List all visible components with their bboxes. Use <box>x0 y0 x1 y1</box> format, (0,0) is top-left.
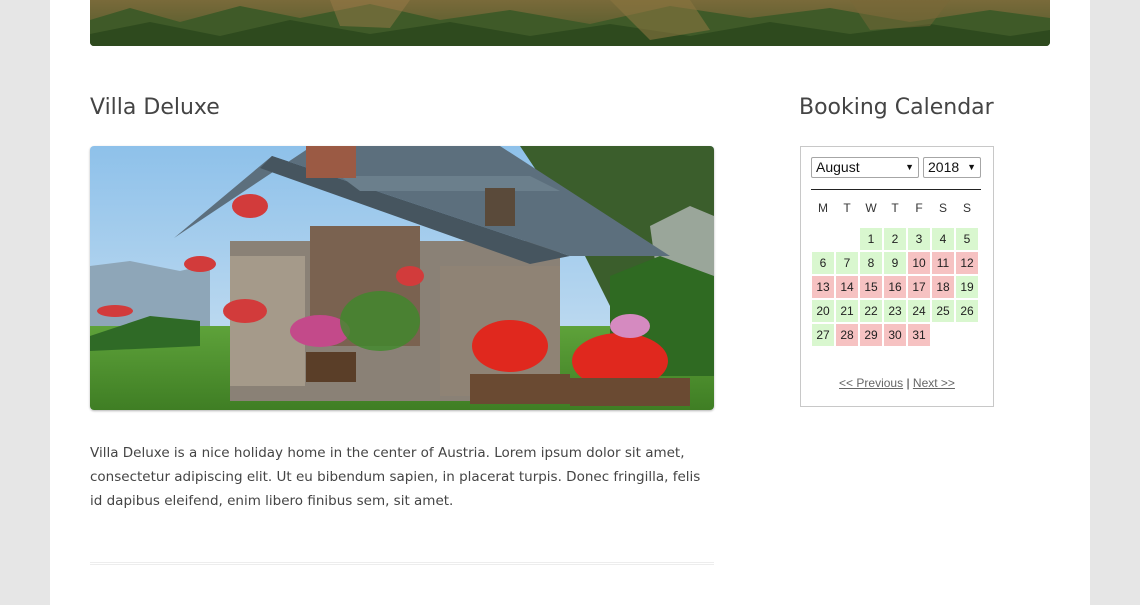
year-select-value: 2018 <box>928 159 960 175</box>
next-month-link[interactable]: Next >> <box>913 376 955 390</box>
post-body: Villa Deluxe is a nice holiday home in t… <box>90 445 701 509</box>
villa-photo <box>90 146 714 410</box>
weekday-label: W <box>865 201 877 215</box>
weekday-label: T <box>843 201 851 215</box>
calendar-day-18[interactable]: 18 <box>932 276 954 298</box>
calendar-day-12[interactable]: 12 <box>956 252 978 274</box>
calendar-day-21[interactable]: 21 <box>836 300 858 322</box>
calendar-day-15[interactable]: 15 <box>860 276 882 298</box>
weekday-label: F <box>915 201 923 215</box>
post-divider <box>90 562 714 565</box>
calendar-day-5[interactable]: 5 <box>956 228 978 250</box>
booking-calendar: August ▼ 2018 ▼ MTWTFSS 1 2 3 4 5 6 7 8 9 10 11 12 1… <box>800 146 994 407</box>
calendar-day-29[interactable]: 29 <box>860 324 882 346</box>
calendar-day-2[interactable]: 2 <box>884 228 906 250</box>
calendar-day-7[interactable]: 7 <box>836 252 858 274</box>
calendar-day-17[interactable]: 17 <box>908 276 930 298</box>
calendar-day-8[interactable]: 8 <box>860 252 882 274</box>
calendar-day-9[interactable]: 9 <box>884 252 906 274</box>
calendar-day-30[interactable]: 30 <box>884 324 906 346</box>
widget-title: Booking Calendar <box>799 95 994 120</box>
dropdown-arrow-icon: ▼ <box>967 162 976 172</box>
calendar-day-27[interactable]: 27 <box>812 324 834 346</box>
calendar-day-16[interactable]: 16 <box>884 276 906 298</box>
calendar-day-20[interactable]: 20 <box>812 300 834 322</box>
weekday-label: T <box>891 201 899 215</box>
calendar-day-25[interactable]: 25 <box>932 300 954 322</box>
weekday-label: S <box>962 201 971 215</box>
weekday-label: M <box>818 201 828 215</box>
calendar-day-26[interactable]: 26 <box>956 300 978 322</box>
post-title: Villa Deluxe <box>90 95 220 120</box>
header-image <box>90 0 1050 46</box>
calendar-day-31[interactable]: 31 <box>908 324 930 346</box>
page-content: Villa Deluxe Villa Deluxe is a nice holi… <box>50 0 1090 605</box>
calendar-day-4[interactable]: 4 <box>932 228 954 250</box>
nav-separator: | <box>906 376 910 390</box>
calendar-day-22[interactable]: 22 <box>860 300 882 322</box>
calendar-divider <box>811 189 981 190</box>
calendar-day-1[interactable]: 1 <box>860 228 882 250</box>
calendar-day-3[interactable]: 3 <box>908 228 930 250</box>
calendar-day-23[interactable]: 23 <box>884 300 906 322</box>
weekday-label: S <box>938 201 947 215</box>
month-select[interactable]: August ▼ <box>811 157 919 178</box>
calendar-day-13[interactable]: 13 <box>812 276 834 298</box>
calendar-day-19[interactable]: 19 <box>956 276 978 298</box>
calendar-nav: << Previous | Next >> <box>801 376 993 390</box>
calendar-day-6[interactable]: 6 <box>812 252 834 274</box>
month-select-value: August <box>816 159 860 175</box>
calendar-day-10[interactable]: 10 <box>908 252 930 274</box>
calendar-day-24[interactable]: 24 <box>908 300 930 322</box>
calendar-day-11[interactable]: 11 <box>932 252 954 274</box>
year-select[interactable]: 2018 ▼ <box>923 157 981 178</box>
calendar-day-28[interactable]: 28 <box>836 324 858 346</box>
dropdown-arrow-icon: ▼ <box>905 162 914 172</box>
calendar-day-14[interactable]: 14 <box>836 276 858 298</box>
previous-month-link[interactable]: << Previous <box>839 376 903 390</box>
